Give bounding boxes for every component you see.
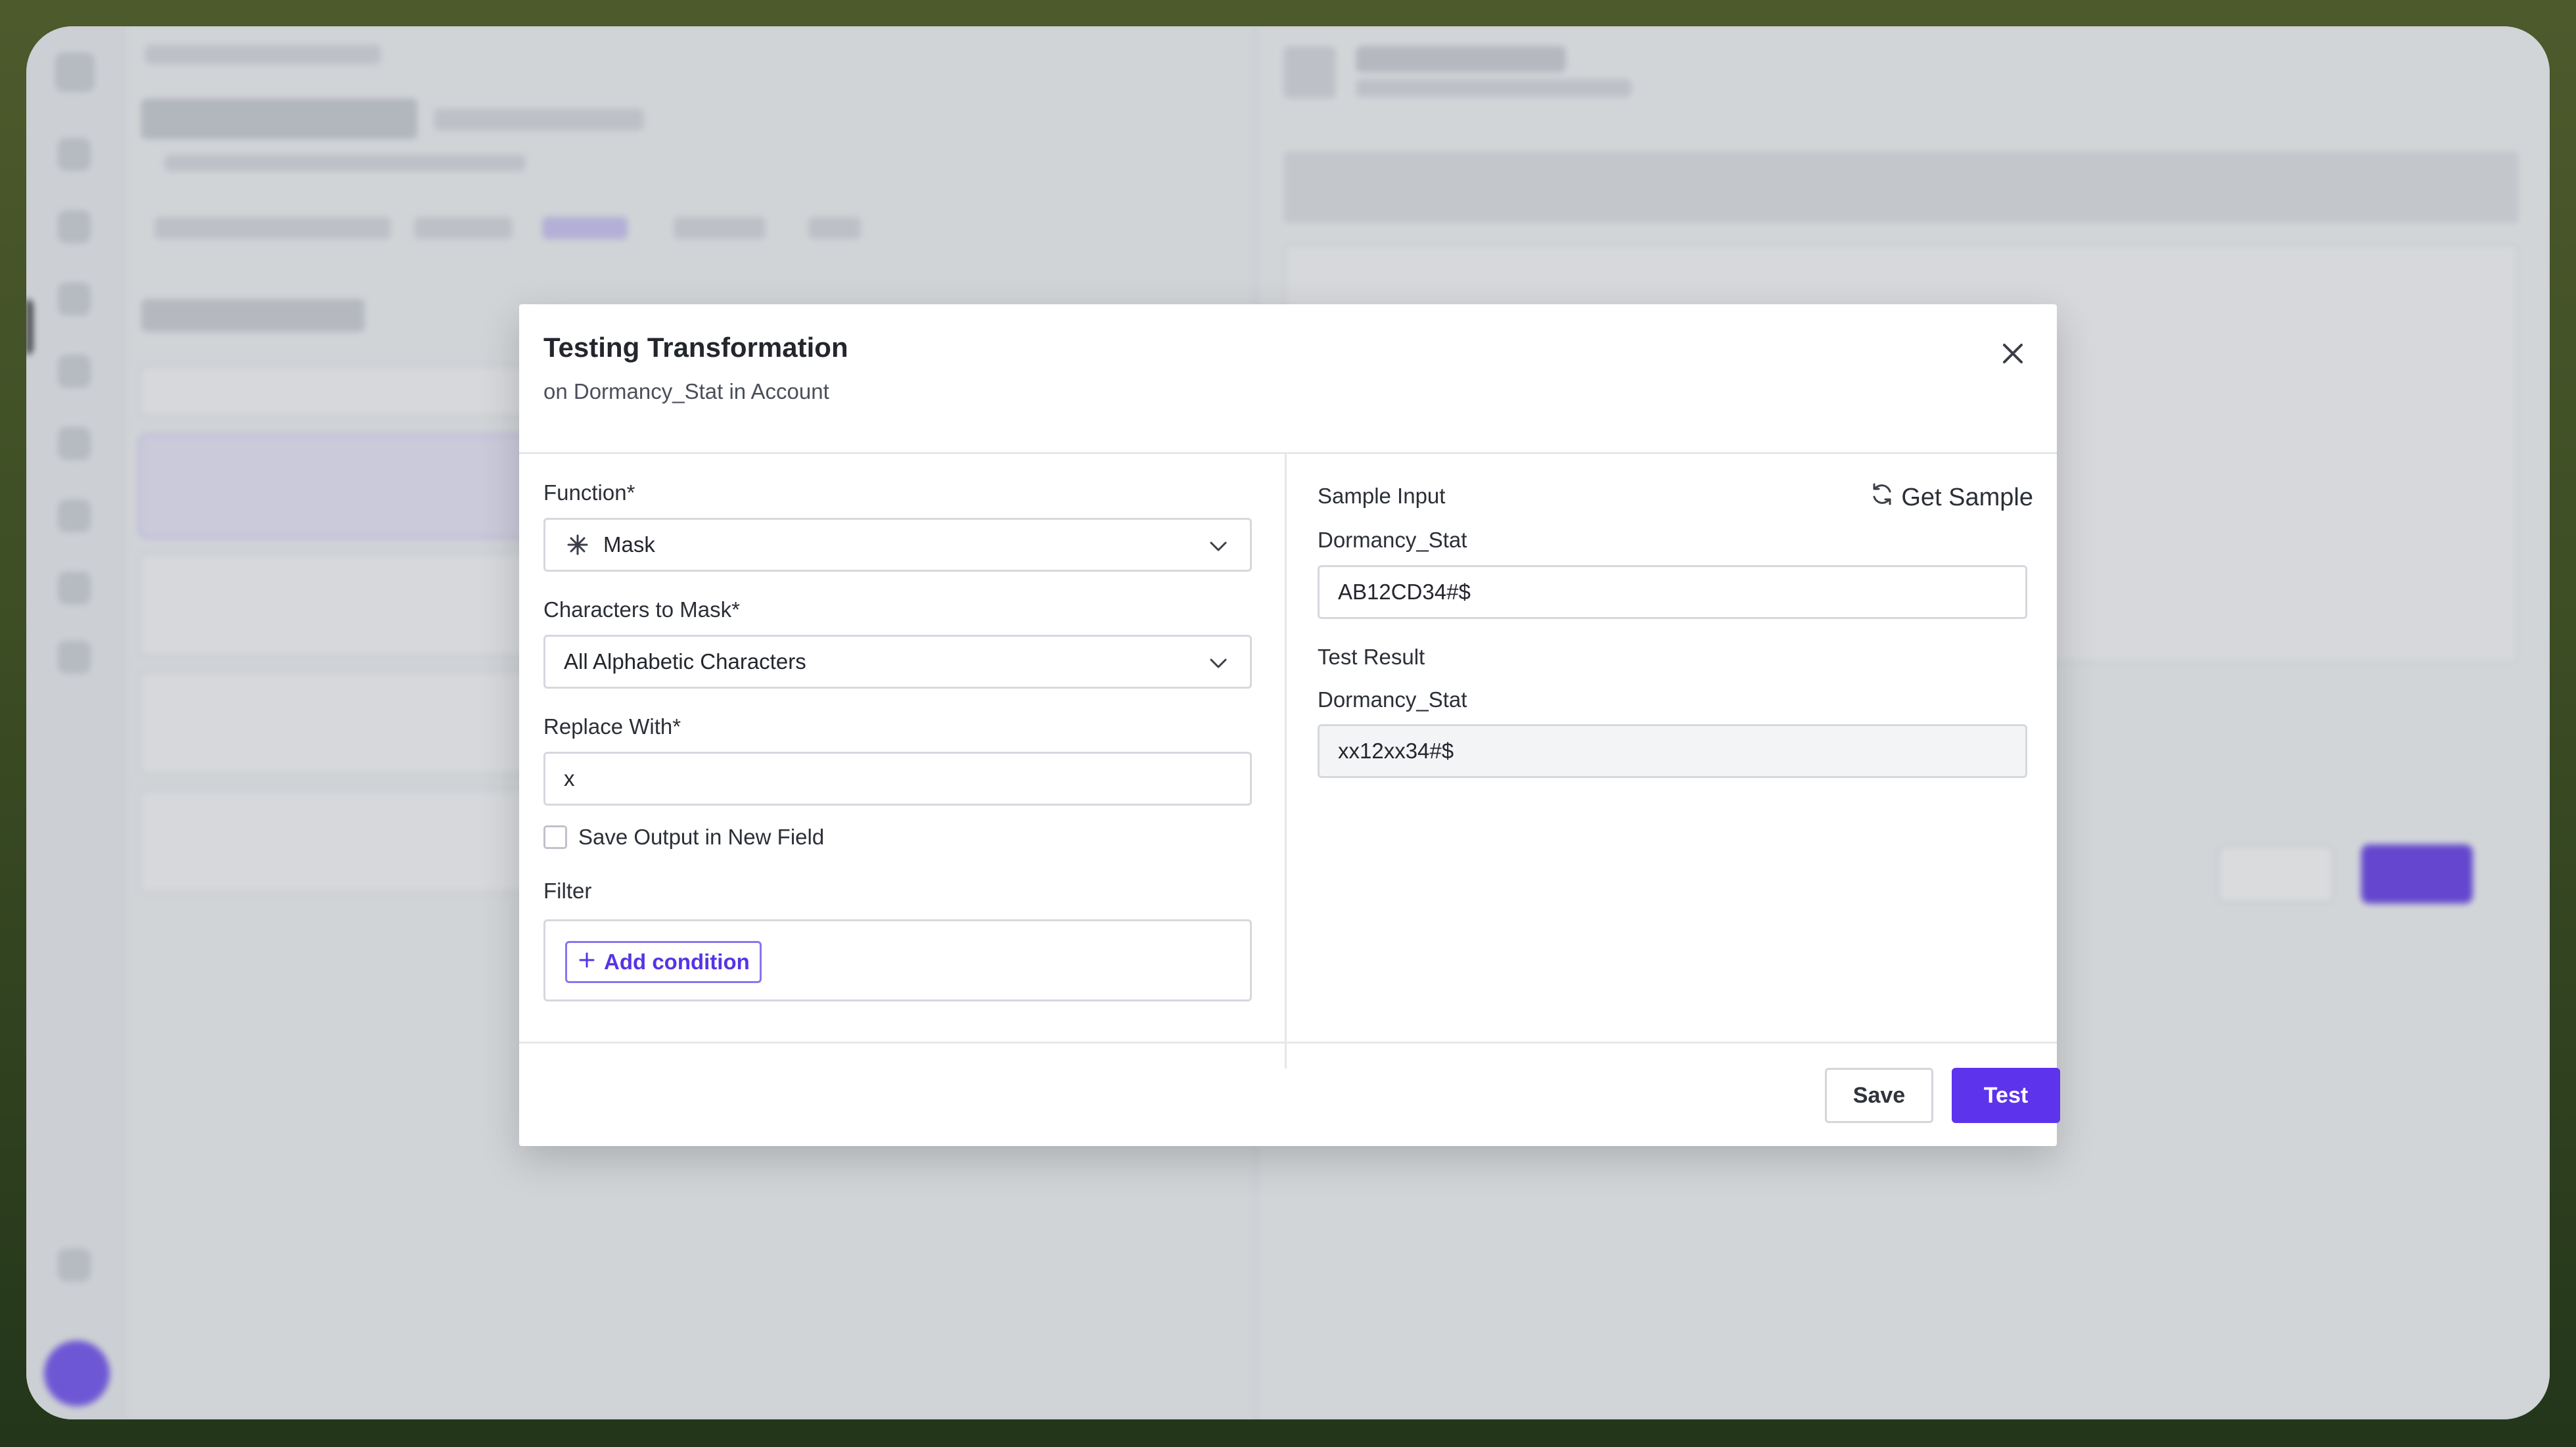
close-button[interactable] — [1990, 332, 2036, 378]
sample-input-label: Sample Input — [1318, 484, 1446, 508]
test-button[interactable]: Test — [1952, 1068, 2060, 1123]
add-condition-button[interactable]: Add condition — [565, 941, 762, 983]
replace-value: x — [564, 766, 575, 791]
refresh-icon — [1870, 482, 1895, 513]
function-value: Mask — [603, 532, 655, 557]
test-result-label: Test Result — [1318, 645, 1425, 669]
function-select[interactable]: Mask — [543, 518, 1252, 572]
result-field-label: Dormancy_Stat — [1318, 687, 1467, 712]
test-column: Sample Input Get Sample Dormancy_Stat AB… — [1287, 454, 2057, 1068]
replace-label: Replace With* — [543, 714, 681, 739]
chevron-down-icon — [1208, 653, 1229, 679]
close-icon — [2001, 342, 2025, 369]
transformation-modal: Testing Transformation on Dormancy_Stat … — [519, 304, 2060, 1146]
plus-icon — [578, 950, 596, 975]
get-sample-button[interactable]: Get Sample — [1870, 482, 2033, 513]
save-button[interactable]: Save — [1825, 1068, 1933, 1123]
asterisk-icon — [566, 534, 589, 556]
app-screen: Testing Transformation on Dormancy_Stat … — [26, 26, 2550, 1419]
modal-header: Testing Transformation on Dormancy_Stat … — [519, 304, 2057, 454]
chars-value: All Alphabetic Characters — [564, 649, 806, 674]
result-value: xx12xx34#$ — [1338, 739, 1454, 763]
test-result-field: xx12xx34#$ — [1318, 724, 2027, 778]
replace-input[interactable]: x — [543, 752, 1252, 806]
modal-subtitle: on Dormancy_Stat in Account — [543, 379, 829, 403]
filter-label: Filter — [543, 879, 592, 903]
function-label: Function* — [543, 480, 635, 505]
chevron-down-icon — [1208, 536, 1229, 562]
save-output-label: Save Output in New Field — [578, 825, 825, 849]
add-condition-label: Add condition — [604, 950, 750, 974]
modal-title: Testing Transformation — [543, 332, 848, 363]
sample-field-label: Dormancy_Stat — [1318, 528, 1467, 552]
chars-label: Characters to Mask* — [543, 597, 740, 622]
sample-input-field[interactable]: AB12CD34#$ — [1318, 565, 2027, 619]
save-output-checkbox[interactable] — [543, 825, 567, 849]
config-column: Function* Mask Characters to Mask* All A… — [519, 454, 1287, 1068]
filter-box: Add condition — [543, 919, 1252, 1001]
modal-footer: Save Test — [519, 1042, 2060, 1146]
get-sample-label: Get Sample — [1901, 483, 2033, 511]
sample-value: AB12CD34#$ — [1338, 580, 1471, 604]
chars-select[interactable]: All Alphabetic Characters — [543, 635, 1252, 689]
